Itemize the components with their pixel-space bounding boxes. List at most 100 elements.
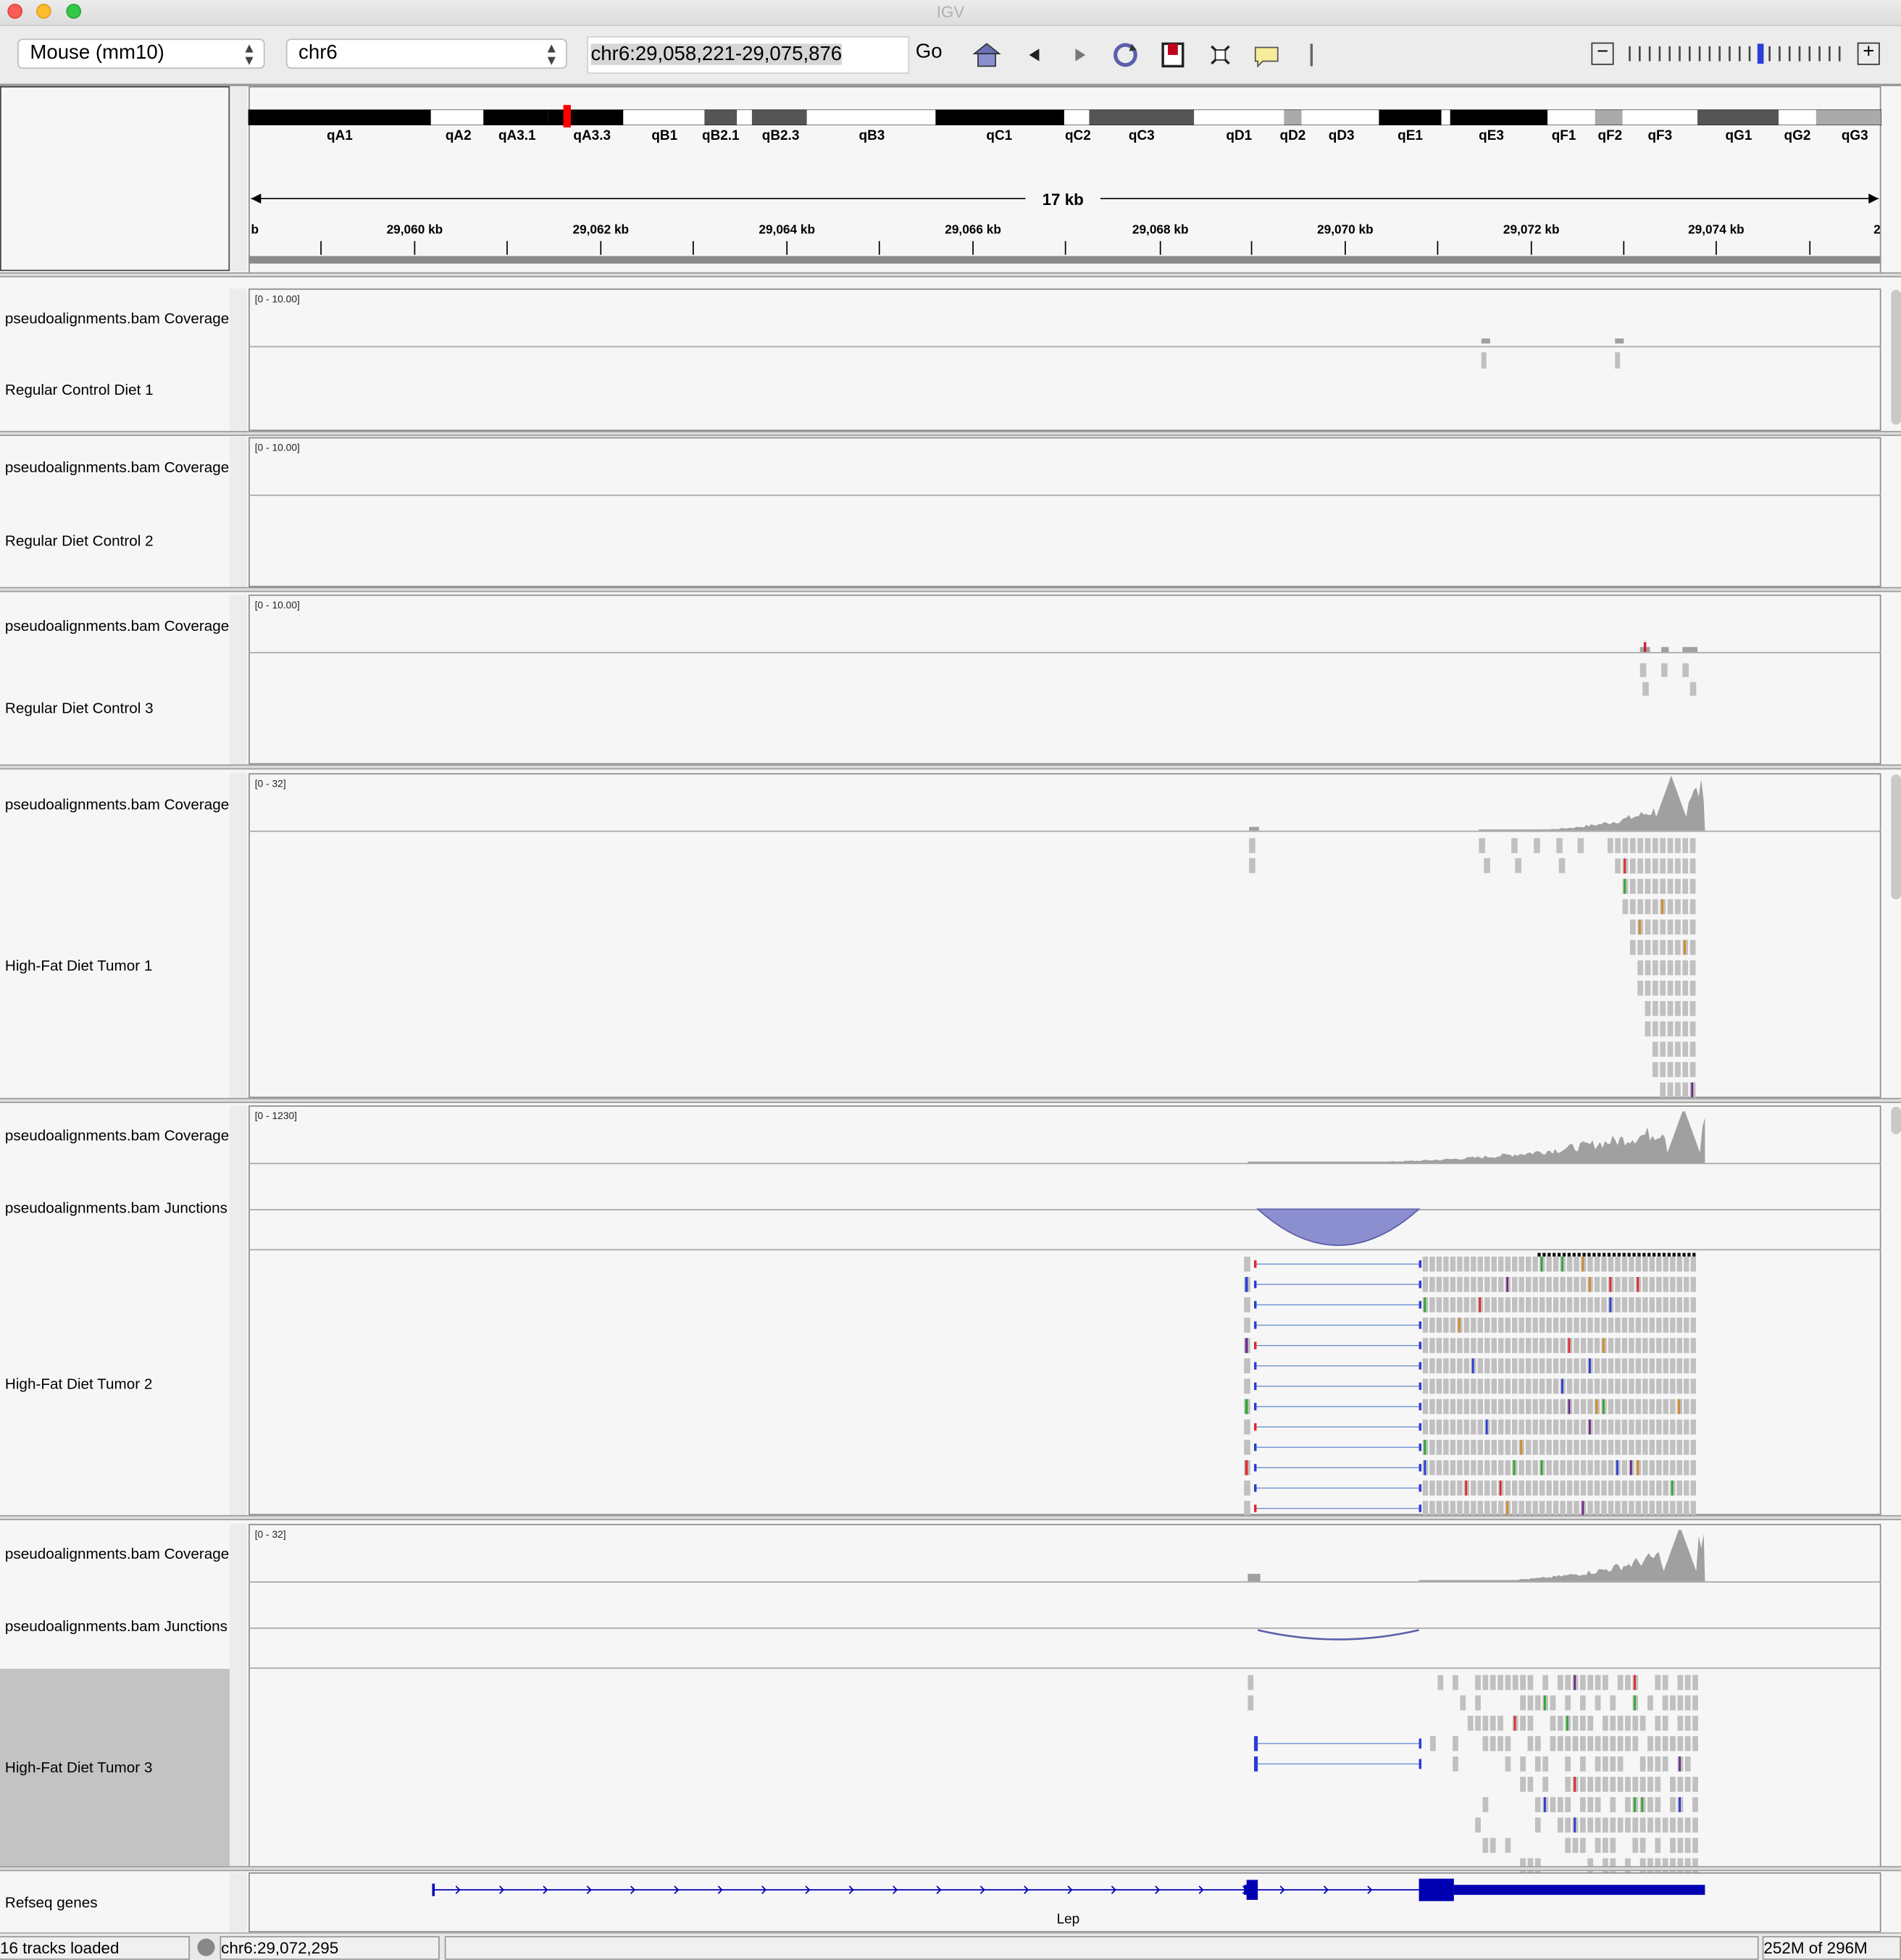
aligned-read: [1580, 1459, 1587, 1475]
zoom-tick: [1808, 46, 1811, 62]
aligned-read: [1615, 858, 1621, 874]
mismatch-mark: [1506, 1276, 1509, 1292]
alignment-track[interactable]: [248, 1524, 1881, 1874]
aligned-read: [1566, 1276, 1573, 1292]
aligned-read: [1610, 1817, 1616, 1833]
alignment-track[interactable]: [248, 288, 1881, 431]
aligned-read: [1450, 1378, 1456, 1394]
mismatch-mark: [1245, 1459, 1248, 1475]
aligned-read: [1642, 1318, 1648, 1333]
memory-status: 252M of 296M: [1762, 1935, 1901, 1960]
back-icon[interactable]: [1018, 38, 1050, 71]
go-button[interactable]: Go: [916, 41, 943, 64]
scrollbar[interactable]: [1891, 774, 1901, 900]
alignment-track[interactable]: [248, 595, 1881, 765]
scrollbar[interactable]: [1891, 1106, 1901, 1134]
aligned-read: [1615, 1501, 1621, 1516]
coverage-track-label[interactable]: pseudoalignments.bam Coverage: [5, 617, 229, 635]
ideogram-band-label: qB1: [651, 128, 677, 143]
chromosome-select[interactable]: chr6 ▲ ▼: [285, 38, 567, 69]
refresh-icon[interactable]: [1109, 38, 1142, 71]
coverage-track-label[interactable]: pseudoalignments.bam Coverage: [5, 458, 229, 476]
popup-info-icon[interactable]: [1250, 38, 1283, 71]
aligned-read: [1629, 1399, 1634, 1415]
aligned-read: [1518, 1276, 1524, 1292]
zoom-out-button[interactable]: −: [1591, 42, 1614, 65]
aligned-read: [1595, 1735, 1601, 1751]
sequence-tick: [1682, 1252, 1686, 1257]
home-icon[interactable]: [971, 38, 1003, 71]
aligned-read: [1574, 1459, 1579, 1475]
zoom-tick: [1738, 46, 1741, 62]
aligned-read: [1621, 1338, 1628, 1353]
forward-icon[interactable]: [1064, 38, 1097, 71]
aligned-read: [1450, 1481, 1456, 1496]
chromosome-ideogram[interactable]: qA1 qA2 qA3.1 qA3.3 qB1 qB2.1 qB2.3 qB3 qC1 qC2 qC…: [248, 102, 1882, 152]
aligned-read: [1682, 663, 1689, 677]
aligned-read: [1436, 1318, 1442, 1333]
coverage-track-label[interactable]: pseudoalignments.bam Coverage: [5, 796, 229, 813]
aligned-read: [1580, 1439, 1587, 1455]
mismatch-mark: [1499, 1481, 1502, 1496]
aligned-read: [1532, 1378, 1538, 1394]
gene-name-label[interactable]: Lep: [1057, 1912, 1080, 1927]
aligned-read: [1601, 1501, 1607, 1516]
aligned-read: [1477, 1256, 1484, 1272]
genome-select[interactable]: Mouse (mm10) ▲ ▼: [17, 38, 265, 69]
aligned-read: [1518, 1378, 1524, 1394]
aligned-read: [1608, 1358, 1614, 1374]
aligned-read: [1436, 1276, 1442, 1292]
aligned-read: [1515, 858, 1521, 874]
scrollbar[interactable]: [1891, 290, 1901, 425]
alignment-track-label[interactable]: High-Fat Diet Tumor 3: [5, 1759, 153, 1776]
alignment-track-label[interactable]: Regular Control Diet 1: [5, 381, 154, 398]
ideogram-band: [483, 109, 548, 125]
aligned-read: [1608, 1459, 1614, 1475]
aligned-read: [1505, 1735, 1511, 1751]
zoom-slider[interactable]: [1626, 43, 1849, 64]
aligned-read: [1667, 1001, 1674, 1016]
coverage-track-label[interactable]: pseudoalignments.bam Coverage: [5, 1545, 229, 1562]
alignment-track-label[interactable]: High-Fat Diet Tumor 1: [5, 957, 153, 974]
alignment-track[interactable]: [248, 773, 1881, 1098]
aligned-read: [1655, 1735, 1661, 1751]
gutter: [230, 288, 248, 431]
alignment-track-label[interactable]: Regular Diet Control 3: [5, 700, 154, 717]
aligned-read: [1566, 1501, 1573, 1516]
alignment-track[interactable]: [248, 1105, 1881, 1516]
coverage-track-label[interactable]: pseudoalignments.bam Coverage: [5, 310, 229, 327]
zoom-in-button[interactable]: +: [1857, 42, 1880, 65]
aligned-read: [1684, 1399, 1689, 1415]
refseq-track-label[interactable]: Refseq genes: [5, 1893, 98, 1911]
locus-input[interactable]: chr6:29,058,221-29,075,876: [587, 36, 910, 74]
aligned-read: [1652, 960, 1658, 976]
aligned-read: [1565, 1735, 1571, 1751]
spliced-read-end: [1419, 1423, 1422, 1431]
mismatch-mark: [1624, 858, 1626, 874]
junction-track-label[interactable]: pseudoalignments.bam Junctions: [5, 1617, 227, 1635]
coverage-track-label[interactable]: pseudoalignments.bam Coverage: [5, 1126, 229, 1144]
aligned-read: [1649, 1276, 1655, 1292]
region-of-interest-icon[interactable]: [1157, 38, 1190, 71]
resize-icon[interactable]: [1204, 38, 1237, 71]
ideogram-band: [1450, 109, 1548, 125]
alignment-track-label[interactable]: Regular Diet Control 2: [5, 532, 154, 550]
spliced-read-end: [1253, 1464, 1257, 1472]
aligned-read: [1477, 1378, 1484, 1394]
aligned-read: [1539, 1358, 1545, 1374]
aligned-read: [1579, 1735, 1586, 1751]
zoom-tick: [1838, 46, 1841, 62]
aligned-read: [1660, 980, 1666, 996]
junction-track-label[interactable]: pseudoalignments.bam Junctions: [5, 1199, 227, 1217]
ruler[interactable]: 17 kb b 2 29,060 kb 29,062 kb 29,064 kb 29,066…: [248, 181, 1881, 269]
splice-junction-arc: [1256, 1208, 1421, 1247]
aligned-read: [1557, 1797, 1563, 1812]
aligned-read: [1457, 1419, 1463, 1435]
panel-separator: [0, 1515, 1901, 1520]
sequence-tick: [1582, 1252, 1586, 1257]
aligned-read: [1539, 1378, 1545, 1394]
aligned-read: [1660, 1062, 1666, 1078]
aligned-read: [1639, 1838, 1646, 1854]
alignment-track-label[interactable]: High-Fat Diet Tumor 2: [5, 1375, 153, 1393]
aligned-read: [1615, 1419, 1621, 1435]
